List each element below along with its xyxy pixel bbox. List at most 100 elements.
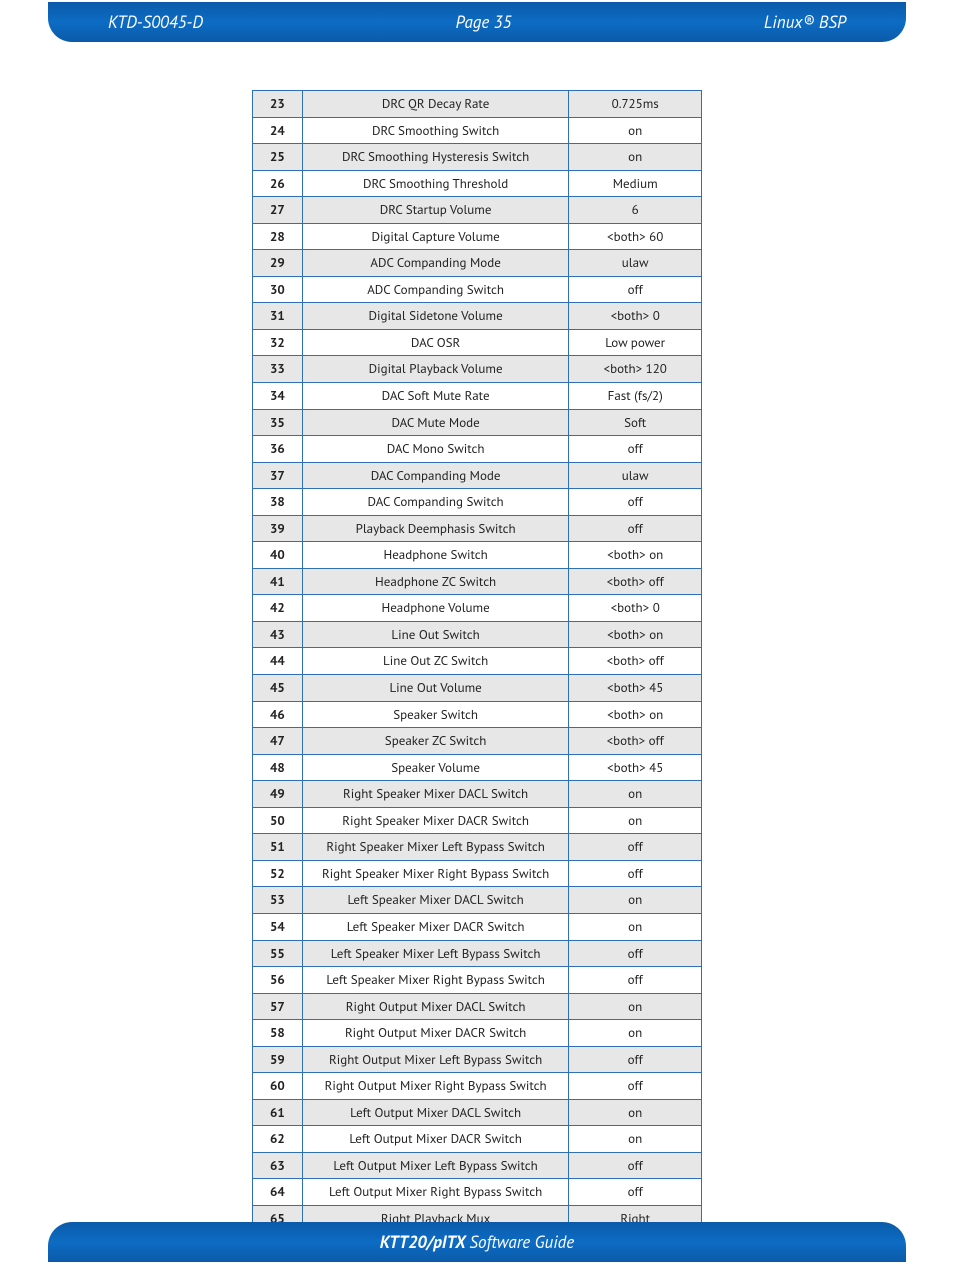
row-name: Headphone Switch — [302, 542, 569, 569]
row-index: 58 — [253, 1020, 303, 1047]
row-value: Low power — [569, 329, 702, 356]
table-row: 58Right Output Mixer DACR Switchon — [253, 1020, 702, 1047]
row-value: off — [569, 436, 702, 463]
row-value: off — [569, 489, 702, 516]
row-name: Right Output Mixer Right Bypass Switch — [302, 1073, 569, 1100]
table-row: 59Right Output Mixer Left Bypass Switcho… — [253, 1046, 702, 1073]
row-name: DRC Smoothing Threshold — [302, 170, 569, 197]
table-row: 48Speaker Volume<both> 45 — [253, 754, 702, 781]
table-row: 24DRC Smoothing Switchon — [253, 117, 702, 144]
table-row: 37DAC Companding Modeulaw — [253, 462, 702, 489]
row-name: Right Output Mixer Left Bypass Switch — [302, 1046, 569, 1073]
row-index: 23 — [253, 91, 303, 118]
row-index: 39 — [253, 515, 303, 542]
row-name: Digital Sidetone Volume — [302, 303, 569, 330]
row-index: 49 — [253, 781, 303, 808]
row-index: 36 — [253, 436, 303, 463]
row-value: Fast (fs/2) — [569, 383, 702, 410]
footer-guide: Software Guide — [469, 1231, 574, 1253]
row-name: DRC Startup Volume — [302, 197, 569, 224]
row-index: 33 — [253, 356, 303, 383]
row-index: 41 — [253, 568, 303, 595]
row-value: off — [569, 860, 702, 887]
table-row: 26DRC Smoothing ThresholdMedium — [253, 170, 702, 197]
table-row: 61Left Output Mixer DACL Switchon — [253, 1099, 702, 1126]
row-index: 32 — [253, 329, 303, 356]
row-name: Left Speaker Mixer DACL Switch — [302, 887, 569, 914]
table-row: 44Line Out ZC Switch<both> off — [253, 648, 702, 675]
table-row: 41Headphone ZC Switch<both> off — [253, 568, 702, 595]
table-row: 42Headphone Volume<both> 0 — [253, 595, 702, 622]
table-row: 47Speaker ZC Switch<both> off — [253, 728, 702, 755]
row-value: off — [569, 967, 702, 994]
table-row: 36DAC Mono Switchoff — [253, 436, 702, 463]
row-index: 52 — [253, 860, 303, 887]
table-row: 31Digital Sidetone Volume<both> 0 — [253, 303, 702, 330]
table-row: 60Right Output Mixer Right Bypass Switch… — [253, 1073, 702, 1100]
row-value: on — [569, 144, 702, 171]
row-value: off — [569, 515, 702, 542]
row-name: Left Speaker Mixer DACR Switch — [302, 913, 569, 940]
doc-section: Linux® BSP — [764, 11, 906, 33]
table-row: 34DAC Soft Mute RateFast (fs/2) — [253, 383, 702, 410]
row-value: on — [569, 993, 702, 1020]
row-index: 60 — [253, 1073, 303, 1100]
table-row: 49Right Speaker Mixer DACL Switchon — [253, 781, 702, 808]
row-name: ADC Companding Switch — [302, 276, 569, 303]
table-row: 25DRC Smoothing Hysteresis Switchon — [253, 144, 702, 171]
row-name: Right Speaker Mixer DACL Switch — [302, 781, 569, 808]
table-row: 30ADC Companding Switchoff — [253, 276, 702, 303]
row-name: Speaker Volume — [302, 754, 569, 781]
row-value: ulaw — [569, 250, 702, 277]
row-value: <both> 0 — [569, 303, 702, 330]
table-row: 63Left Output Mixer Left Bypass Switchof… — [253, 1152, 702, 1179]
page-header: KTD-S0045-D Page 35 Linux® BSP — [48, 2, 906, 42]
row-name: DAC Soft Mute Rate — [302, 383, 569, 410]
row-index: 24 — [253, 117, 303, 144]
table-row: 28Digital Capture Volume<both> 60 — [253, 223, 702, 250]
row-index: 55 — [253, 940, 303, 967]
row-name: Headphone ZC Switch — [302, 568, 569, 595]
row-value: off — [569, 940, 702, 967]
row-name: DAC Companding Switch — [302, 489, 569, 516]
row-index: 47 — [253, 728, 303, 755]
table-row: 32DAC OSRLow power — [253, 329, 702, 356]
row-value: on — [569, 117, 702, 144]
row-value: <both> 120 — [569, 356, 702, 383]
table-row: 33Digital Playback Volume<both> 120 — [253, 356, 702, 383]
row-name: DRC Smoothing Switch — [302, 117, 569, 144]
table-row: 52Right Speaker Mixer Right Bypass Switc… — [253, 860, 702, 887]
row-value: <both> off — [569, 568, 702, 595]
row-index: 31 — [253, 303, 303, 330]
row-index: 53 — [253, 887, 303, 914]
row-name: Left Output Mixer Left Bypass Switch — [302, 1152, 569, 1179]
table-row: 43Line Out Switch<both> on — [253, 621, 702, 648]
row-value: Medium — [569, 170, 702, 197]
table-row: 29ADC Companding Modeulaw — [253, 250, 702, 277]
row-name: Speaker Switch — [302, 701, 569, 728]
row-value: off — [569, 1152, 702, 1179]
row-index: 51 — [253, 834, 303, 861]
row-name: ADC Companding Mode — [302, 250, 569, 277]
row-value: on — [569, 1099, 702, 1126]
row-index: 27 — [253, 197, 303, 224]
row-name: Playback Deemphasis Switch — [302, 515, 569, 542]
row-name: DAC OSR — [302, 329, 569, 356]
row-value: on — [569, 887, 702, 914]
row-index: 46 — [253, 701, 303, 728]
table-row: 62Left Output Mixer DACR Switchon — [253, 1126, 702, 1153]
table-row: 50Right Speaker Mixer DACR Switchon — [253, 807, 702, 834]
row-value: off — [569, 834, 702, 861]
row-value: <both> 0 — [569, 595, 702, 622]
row-index: 50 — [253, 807, 303, 834]
row-value: on — [569, 1020, 702, 1047]
row-index: 56 — [253, 967, 303, 994]
row-name: Right Speaker Mixer DACR Switch — [302, 807, 569, 834]
row-value: <both> 45 — [569, 675, 702, 702]
row-name: Left Speaker Mixer Right Bypass Switch — [302, 967, 569, 994]
page-footer: KTT20/pITX Software Guide — [48, 1222, 906, 1262]
table-row: 56Left Speaker Mixer Right Bypass Switch… — [253, 967, 702, 994]
row-name: Digital Capture Volume — [302, 223, 569, 250]
row-index: 48 — [253, 754, 303, 781]
row-index: 57 — [253, 993, 303, 1020]
